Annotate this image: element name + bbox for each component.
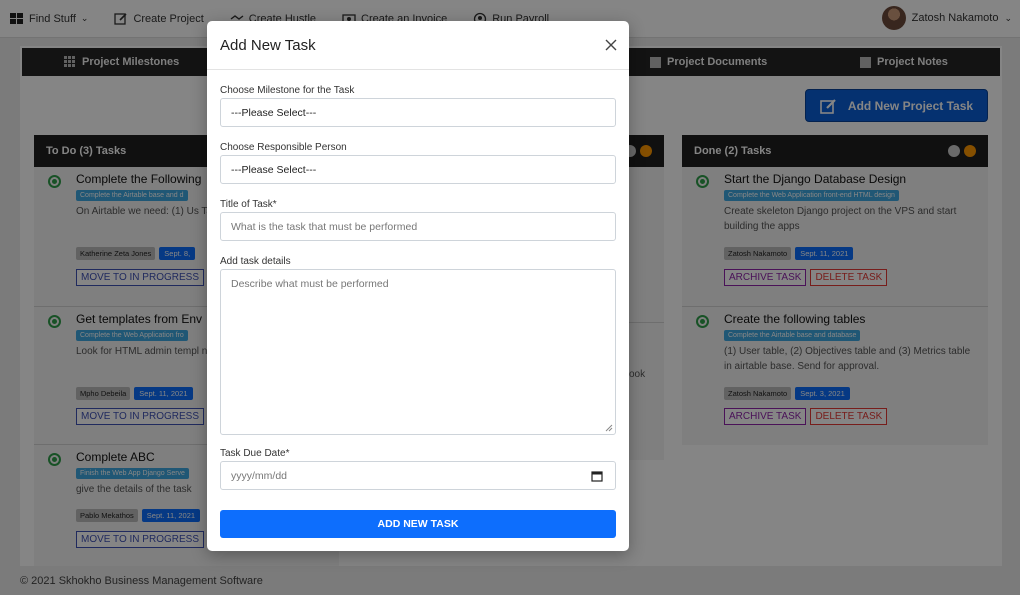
add-new-task-label: ADD NEW TASK — [377, 518, 459, 530]
calendar-icon[interactable] — [591, 470, 603, 482]
responsible-person-select[interactable]: ---Please Select--- — [220, 155, 616, 184]
due-date-input[interactable] — [231, 469, 615, 482]
responsible-person-label: Choose Responsible Person — [220, 142, 347, 153]
task-title-input[interactable] — [231, 220, 615, 233]
responsible-person-select-value: ---Please Select--- — [231, 163, 317, 176]
due-date-label: Task Due Date* — [220, 448, 290, 459]
task-title-label: Title of Task* — [220, 199, 277, 210]
modal-title: Add New Task — [220, 36, 316, 54]
task-details-field — [220, 269, 616, 435]
milestone-select-value: ---Please Select--- — [231, 106, 317, 119]
due-date-field — [220, 461, 616, 490]
task-details-label: Add task details — [220, 256, 291, 267]
resize-grip-icon[interactable] — [605, 424, 613, 432]
close-icon[interactable] — [605, 39, 617, 51]
task-title-field — [220, 212, 616, 241]
milestone-select[interactable]: ---Please Select--- — [220, 98, 616, 127]
modal-header: Add New Task — [207, 21, 629, 70]
task-details-textarea[interactable] — [231, 278, 605, 426]
add-task-modal: Add New Task Choose Milestone for the Ta… — [207, 21, 629, 551]
milestone-label: Choose Milestone for the Task — [220, 85, 355, 96]
add-new-task-button[interactable]: ADD NEW TASK — [220, 510, 616, 538]
